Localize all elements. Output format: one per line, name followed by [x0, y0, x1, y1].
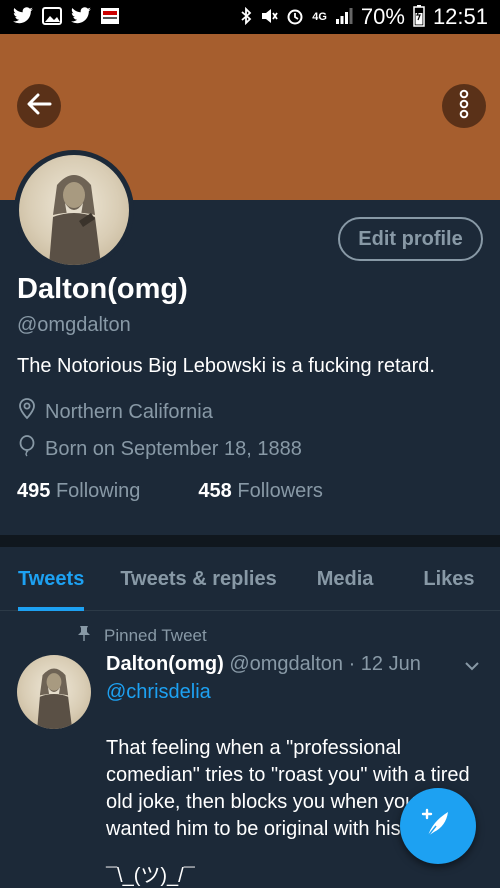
tweet-shrug: ¯\_(ツ)_/¯ [106, 865, 195, 887]
bluetooth-icon [240, 6, 252, 28]
birthdate-text: Born on September 18, 1888 [45, 437, 302, 460]
twitter-notification-icon [70, 6, 92, 28]
status-bar-system: 4G 70% 12:51 [240, 4, 488, 30]
compose-feather-icon [418, 804, 458, 849]
followers-link[interactable]: 458 Followers [198, 480, 323, 503]
network-type-label: 4G [312, 10, 327, 23]
tweet-author-name[interactable]: Dalton(omg) [106, 653, 224, 675]
tab-tweets[interactable]: Tweets [18, 547, 85, 611]
profile-handle: @omgdalton [17, 314, 131, 336]
status-bar: 4G 70% 12:51 [0, 0, 500, 34]
tweet-header: Dalton(omg) @omgdalton · 12 Jun [106, 653, 421, 676]
profile-name: Dalton(omg) [17, 273, 188, 305]
alarm-icon [286, 7, 304, 28]
following-count: 495 [17, 480, 51, 502]
tab-media[interactable]: Media [317, 547, 374, 611]
tweet-author-handle[interactable]: @omgdalton [229, 653, 343, 675]
tweet-options-button[interactable] [464, 659, 480, 677]
profile-location: Northern California [17, 398, 213, 426]
followers-label: Followers [237, 480, 323, 502]
edit-profile-button[interactable]: Edit profile [338, 217, 483, 261]
battery-icon [413, 4, 425, 30]
status-bar-notifications [12, 6, 120, 28]
tab-likes[interactable]: Likes [423, 547, 474, 611]
pinned-label: Pinned Tweet [104, 625, 207, 645]
compose-tweet-button[interactable] [400, 788, 476, 864]
following-label: Following [55, 480, 141, 502]
followers-count: 458 [198, 480, 232, 502]
tweet-mention[interactable]: @chrisdelia [106, 681, 211, 704]
tweet-avatar[interactable] [17, 655, 91, 729]
pinned-indicator: Pinned Tweet [78, 625, 207, 646]
tab-tweets-replies[interactable]: Tweets & replies [120, 547, 276, 611]
chevron-down-icon [464, 659, 480, 676]
location-text: Northern California [45, 400, 213, 423]
section-divider [0, 535, 500, 547]
mute-icon [260, 7, 278, 28]
more-options-button[interactable] [442, 84, 486, 128]
twitter-notification-icon [12, 6, 34, 28]
pin-icon [78, 625, 90, 646]
tweet-date: · 12 Jun [348, 653, 421, 675]
following-link[interactable]: 495 Following [17, 480, 140, 503]
back-button[interactable] [17, 84, 61, 128]
follow-counts: 495 Following 458 Followers [17, 480, 323, 503]
location-pin-icon [17, 398, 37, 426]
arrow-left-icon [26, 93, 52, 120]
balloon-icon [17, 435, 37, 463]
signal-icon [335, 7, 353, 28]
battery-percent: 70% [360, 4, 405, 29]
news-app-icon [100, 7, 120, 28]
profile-birthdate: Born on September 18, 1888 [17, 435, 302, 463]
more-vertical-icon [459, 89, 469, 124]
profile-tabs: Tweets Tweets & replies Media Likes [0, 547, 500, 611]
profile-avatar[interactable] [14, 150, 134, 270]
profile-bio: The Notorious Big Lebowski is a fucking … [17, 355, 435, 377]
clock: 12:51 [432, 4, 488, 29]
image-notification-icon [42, 6, 62, 28]
